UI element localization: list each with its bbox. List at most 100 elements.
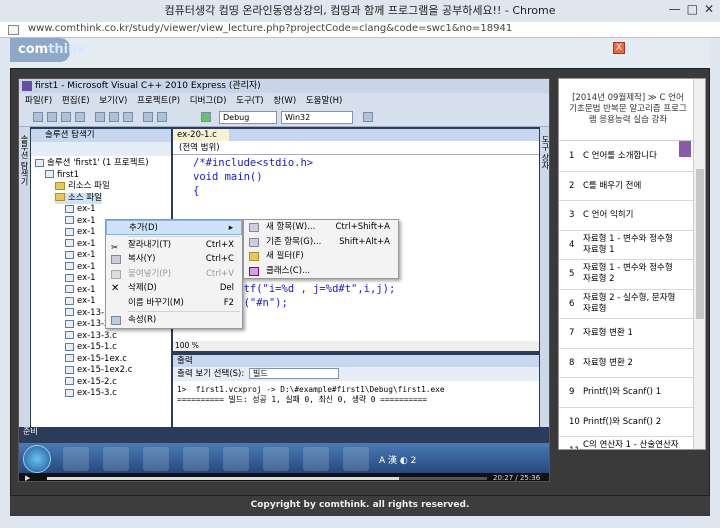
tree-item[interactable]: ex-1 [65, 239, 96, 251]
site-footer: Copyright by comthink. all rights reserv… [10, 496, 710, 516]
tree-item[interactable]: ex-15-3.c [65, 388, 117, 400]
menu-cut[interactable]: ✂ 잘라내기(T) Ctrl+X [106, 238, 242, 253]
list-item[interactable]: 7 자료형 변환 1 [559, 319, 693, 349]
find-icon[interactable] [363, 112, 373, 122]
tree-item[interactable]: ex-1 [65, 204, 96, 216]
list-item[interactable]: 5 자료형 1 - 변수와 정수형 자료형 2 [559, 260, 693, 290]
tree-item[interactable]: ex-15-1ex2.c [65, 365, 132, 377]
code-line: void main() [193, 171, 263, 183]
list-item[interactable]: 9 Printf()와 Scanf() 1 [559, 378, 693, 408]
list-item[interactable]: 3C 언어 익히기 [559, 201, 693, 231]
platform-select[interactable]: Win32 [281, 111, 353, 124]
vs-menu-window[interactable]: 창(W) [273, 96, 296, 106]
new-project-icon[interactable] [33, 112, 43, 122]
list-item[interactable]: 10 Printf()와 Scanf() 2 [559, 408, 693, 437]
menu-copy[interactable]: 복사(Y) Ctrl+C [106, 252, 242, 267]
address-bar[interactable]: www.comthink.co.kr/study/viewer/view_lec… [0, 22, 720, 38]
tree-item[interactable]: 리소스 파일 [55, 181, 110, 193]
ie-icon[interactable] [103, 447, 129, 471]
class-icon [249, 266, 259, 276]
submenu-class[interactable]: 클래스(C)... [244, 264, 398, 279]
vs-menu-edit[interactable]: 편집(E) [62, 96, 90, 106]
list-item[interactable]: 8 자료형 변환 2 [559, 349, 693, 378]
vs-menu-file[interactable]: 파일(F) [25, 96, 52, 106]
tree-item[interactable]: 소스 파일 [55, 192, 102, 204]
tree-item[interactable]: ex-1 [65, 262, 96, 274]
list-item[interactable]: 11C의 연산자 1 - 산술연산자 [559, 437, 693, 449]
recorder-icon[interactable] [343, 447, 369, 471]
site-logo[interactable]: comthink [10, 38, 86, 62]
vs-taskbar-icon[interactable] [223, 447, 249, 471]
tree-item[interactable]: first1 [45, 170, 79, 182]
tree-item[interactable]: ex-15-2.c [65, 377, 117, 389]
output-line: 1> first1.vcxproj -> D:\#example#first1\… [177, 385, 445, 394]
copy-icon[interactable] [109, 112, 119, 122]
left-dock-tab[interactable]: 솔루션 탐색기 [19, 127, 30, 427]
list-item[interactable]: 4 자료형 1 - 변수와 정수형 자료형 1 [559, 231, 693, 260]
open-icon[interactable] [47, 112, 57, 122]
tree-item[interactable]: ex-1 [65, 216, 96, 228]
output-header: 출력 [173, 355, 539, 367]
save-all-icon[interactable] [75, 112, 85, 122]
menu-paste[interactable]: 붙여넣기(P) Ctrl+V [106, 267, 242, 282]
vs-titlebar: first1 - Microsoft Visual C++ 2010 Expre… [19, 79, 549, 93]
tab-ex-20-1[interactable]: ex-20-1.c [173, 129, 229, 141]
vs-menubar: 파일(F) 편집(E) 보기(V) 프로젝트(P) 디버그(D) 도구(T) 창… [19, 93, 549, 109]
tree-item[interactable]: ex-15-1ex.c [65, 354, 127, 366]
menu-properties[interactable]: 속성(R) [106, 313, 242, 328]
paste-icon [111, 269, 121, 279]
start-debug-icon[interactable] [201, 112, 211, 122]
start-button-icon[interactable] [23, 445, 51, 473]
vs-menu-help[interactable]: 도움말(H) [306, 96, 342, 106]
output-source-select[interactable]: 빌드 [249, 368, 339, 379]
tree-item[interactable]: ex-1 [65, 273, 96, 285]
editor-zoom[interactable]: 100 % [173, 341, 539, 351]
submenu-new-filter[interactable]: 새 필터(F) [244, 249, 398, 264]
list-item[interactable]: 1C 언어를 소개합니다 [559, 142, 693, 172]
maximize-icon[interactable]: □ [687, 2, 698, 16]
undo-icon[interactable] [143, 112, 153, 122]
menu-delete[interactable]: ✕ 삭제(D) Del [106, 281, 242, 296]
submenu-existing-item[interactable]: 기존 항목(G)... Shift+Alt+A [244, 235, 398, 250]
playback-time: 20:27 / 25:36 [493, 474, 541, 482]
list-item[interactable]: 2 C를 배우기 전에 [559, 172, 693, 201]
media-player-icon[interactable] [143, 447, 169, 471]
play-icon[interactable]: ▶ [25, 473, 30, 481]
vs-menu-project[interactable]: 프로젝트(P) [137, 96, 180, 106]
chrome-icon[interactable] [183, 447, 209, 471]
course-title: [2014년 09월제작] ≫ C 언어 기초문법 반복문 알고리즘 프로그램 … [559, 79, 693, 141]
vs-menu-debug[interactable]: 디버그(D) [190, 96, 227, 106]
vs-menu-tools[interactable]: 도구(T) [236, 96, 263, 106]
menu-rename[interactable]: 이름 바꾸기(M) F2 [106, 296, 242, 311]
tree-item[interactable]: ex-1 [65, 250, 96, 262]
seek-bar[interactable] [47, 477, 487, 480]
submenu-new-item[interactable]: 새 항목(W)... Ctrl+Shift+A [244, 220, 398, 235]
explorer-icon[interactable] [63, 447, 89, 471]
minimize-icon[interactable]: — [669, 2, 681, 16]
notes-icon[interactable] [303, 447, 329, 471]
scrollbar-thumb[interactable] [696, 169, 704, 319]
close-viewer-button[interactable]: X [613, 42, 625, 54]
tree-item[interactable]: ex-15-1.c [65, 342, 117, 354]
vs-menu-view[interactable]: 보기(V) [99, 96, 127, 106]
close-window-icon[interactable]: ✕ [704, 2, 714, 16]
lecture-list-scrollbar[interactable] [693, 79, 705, 449]
tree-item[interactable]: 솔루션 'first1' (1 프로젝트) [35, 158, 149, 170]
paste-icon[interactable] [123, 112, 133, 122]
ime-tray[interactable]: A 漢 ◐ 2 [379, 453, 416, 466]
tree-item[interactable]: ex-13-3.c [65, 331, 117, 343]
menu-add[interactable]: 추가(D) ▸ [106, 220, 242, 235]
cut-icon[interactable] [95, 112, 105, 122]
tree-item[interactable]: ex-1 [65, 285, 96, 297]
save-icon[interactable] [61, 112, 71, 122]
paint-icon[interactable] [263, 447, 289, 471]
address-url[interactable]: www.comthink.co.kr/study/viewer/view_lec… [28, 23, 512, 34]
toolbox-dock-tab[interactable]: 도구 상자 [540, 127, 549, 427]
solution-config-select[interactable]: Debug [219, 111, 277, 124]
tree-item[interactable]: ex-1 [65, 227, 96, 239]
lecture-video[interactable]: first1 - Microsoft Visual C++ 2010 Expre… [18, 78, 550, 482]
redo-icon[interactable] [157, 112, 167, 122]
scope-dropdown[interactable]: (전역 범위) [173, 141, 539, 155]
list-item[interactable]: 6 자료형 2 - 실수형, 문자형 자료형 [559, 290, 693, 319]
tree-item[interactable]: ex-1 [65, 296, 96, 308]
